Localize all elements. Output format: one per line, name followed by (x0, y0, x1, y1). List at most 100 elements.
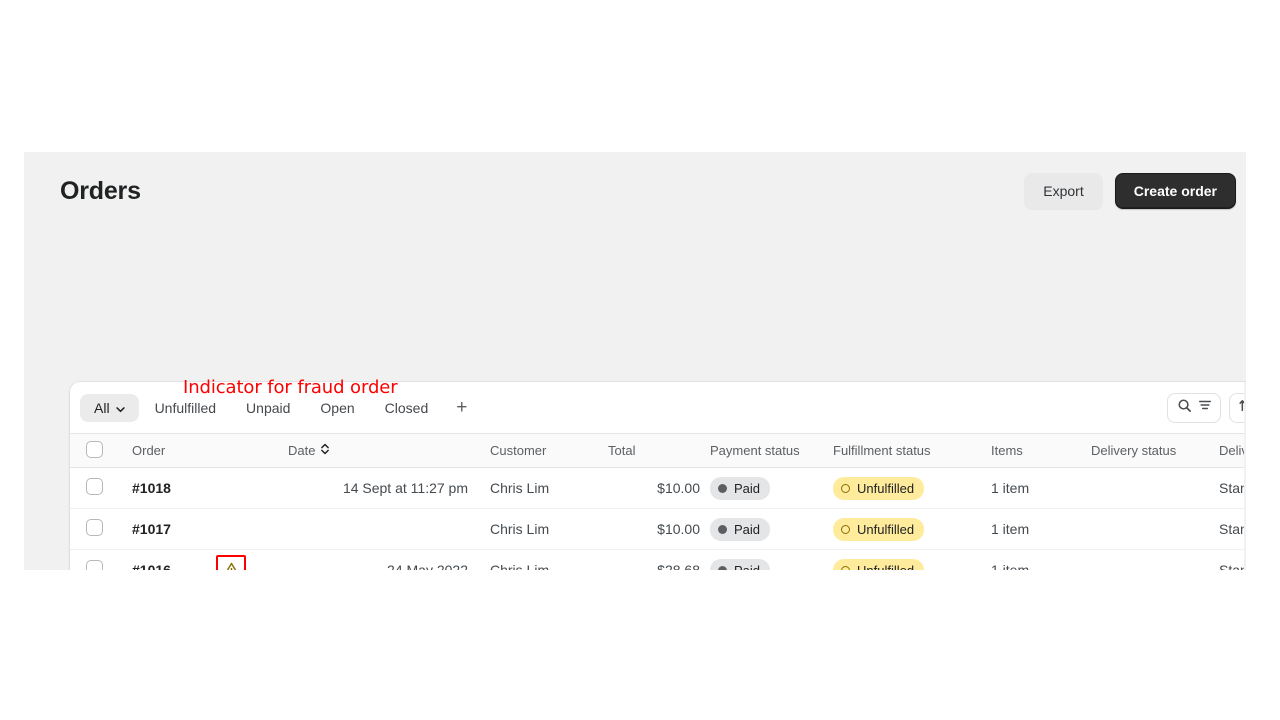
cell-flags (216, 509, 288, 550)
cell-date: 24 May 2022 (288, 550, 468, 571)
order-id[interactable]: #1016 (132, 562, 171, 570)
cell-total-text: $28.68 (657, 562, 700, 570)
cell-total: $10.00 (608, 468, 700, 509)
column-order: Order (132, 434, 216, 468)
fulfillment-status-badge: Unfulfilled (833, 477, 924, 500)
cell-delivery-method: Standard (1219, 509, 1246, 550)
column-date[interactable]: Date (288, 434, 468, 468)
tab-unfulfilled-label: Unfulfilled (155, 401, 216, 415)
cell-total: $10.00 (608, 509, 700, 550)
cell-items: 1 item (988, 468, 1091, 509)
cell-delivery-status (1091, 468, 1219, 509)
row-select-cell (70, 468, 132, 509)
cell-date-text: 24 May 2022 (387, 562, 468, 570)
search-and-filter-button[interactable] (1167, 393, 1221, 423)
status-ring-icon (841, 484, 850, 493)
cell-flags (216, 550, 288, 571)
cell-date-text: 14 Sept at 11:27 pm (343, 480, 468, 496)
order-id[interactable]: #1018 (132, 480, 171, 496)
table-header-row: Order Date Cust (70, 434, 1246, 468)
cell-items: 1 item (988, 509, 1091, 550)
tab-unpaid-label: Unpaid (246, 401, 290, 415)
cell-total: $28.68 (608, 550, 700, 571)
column-total: Total (608, 434, 700, 468)
payment-status-badge: Paid (710, 559, 770, 571)
table-row[interactable]: #1016 24 May 2022 Chris Lim $28.68 Paid Unful… (70, 550, 1246, 571)
payment-status-badge: Paid (710, 477, 770, 500)
cell-date: 14 Sept at 11:27 pm (288, 468, 468, 509)
cell-fulfillment-status: Unfulfilled (830, 468, 988, 509)
cell-delivery-method: Standard (1219, 468, 1246, 509)
orders-card: All Unfulfilled Unpaid Open Closed (70, 382, 1246, 570)
table-row[interactable]: #1017 Chris Lim $10.00 Paid Unfulfilled 1 ite… (70, 509, 1246, 550)
column-payment-status: Payment status (700, 434, 830, 468)
cell-items-text: 1 item (991, 480, 1029, 496)
orders-table: Order Date Cust (70, 434, 1246, 570)
cell-delivery-status (1091, 550, 1219, 571)
column-delivery-status: Delivery status (1091, 434, 1219, 468)
column-flags (216, 434, 288, 468)
cell-payment-status: Paid (700, 468, 830, 509)
row-flag-icons (216, 555, 288, 570)
tab-all[interactable]: All (80, 394, 139, 422)
cell-payment-status: Paid (700, 509, 830, 550)
cell-delivery-method: Standard (1219, 550, 1246, 571)
status-dot-icon (718, 484, 727, 493)
create-order-button[interactable]: Create order (1115, 173, 1236, 209)
cell-items-text: 1 item (991, 562, 1029, 570)
fulfillment-status-badge: Unfulfilled (833, 518, 924, 541)
row-checkbox[interactable] (86, 478, 103, 495)
row-checkbox[interactable] (86, 560, 103, 570)
cell-order: #1018 (132, 468, 216, 509)
fulfillment-status-label: Unfulfilled (857, 482, 914, 495)
column-items: Items (988, 434, 1091, 468)
cell-date (288, 509, 468, 550)
fraud-warning-yellow-icon[interactable] (216, 555, 246, 570)
cell-customer-text: Chris Lim (490, 562, 549, 570)
orders-table-head: Order Date Cust (70, 434, 1246, 468)
table-row[interactable]: #1018 14 Sept at 11:27 pm Chris Lim $10.00 P… (70, 468, 1246, 509)
add-tab-button[interactable]: + (444, 396, 479, 419)
cell-customer-text: Chris Lim (490, 521, 549, 537)
fulfillment-status-label: Unfulfilled (857, 564, 914, 571)
cell-customer: Chris Lim (468, 550, 608, 571)
status-dot-icon (718, 566, 727, 571)
cell-payment-status: Paid (700, 550, 830, 571)
cell-customer: Chris Lim (468, 468, 608, 509)
header-actions: Export Create order (1024, 173, 1238, 209)
sort-updown-icon (320, 443, 330, 458)
column-customer: Customer (468, 434, 608, 468)
column-fulfillment-status: Fulfillment status (830, 434, 988, 468)
order-id[interactable]: #1017 (132, 521, 171, 537)
orders-table-body: #1018 14 Sept at 11:27 pm Chris Lim $10.00 P… (70, 468, 1246, 571)
cell-total-text: $10.00 (657, 480, 700, 496)
payment-status-label: Paid (734, 482, 760, 495)
column-select (70, 434, 132, 468)
cell-total-text: $10.00 (657, 521, 700, 537)
chevron-down-icon (116, 402, 125, 411)
select-all-checkbox[interactable] (86, 441, 103, 458)
fraud-annotation-label: Indicator for fraud order (183, 377, 398, 398)
fulfillment-status-label: Unfulfilled (857, 523, 914, 536)
cell-delivery-method-text: Standard (1219, 521, 1246, 537)
status-ring-icon (841, 566, 850, 571)
cell-items-text: 1 item (991, 521, 1029, 537)
orders-app-viewport: Orders Export Create order All Unfulfill… (24, 152, 1246, 570)
search-icon (1177, 398, 1192, 418)
row-select-cell (70, 509, 132, 550)
cell-flags (216, 468, 288, 509)
export-button[interactable]: Export (1024, 173, 1102, 209)
row-checkbox[interactable] (86, 519, 103, 536)
filter-icon (1198, 398, 1212, 417)
tabbar-tools (1167, 393, 1246, 423)
payment-status-label: Paid (734, 523, 760, 536)
payment-status-label: Paid (734, 564, 760, 571)
cell-fulfillment-status: Unfulfilled (830, 509, 988, 550)
status-ring-icon (841, 525, 850, 534)
right-clip-edge (1244, 382, 1246, 570)
cell-delivery-method-text: Standard (1219, 480, 1246, 496)
fulfillment-status-badge: Unfulfilled (833, 559, 924, 571)
tab-open-label: Open (320, 401, 354, 415)
tab-closed-label: Closed (385, 401, 429, 415)
cell-customer-text: Chris Lim (490, 480, 549, 496)
